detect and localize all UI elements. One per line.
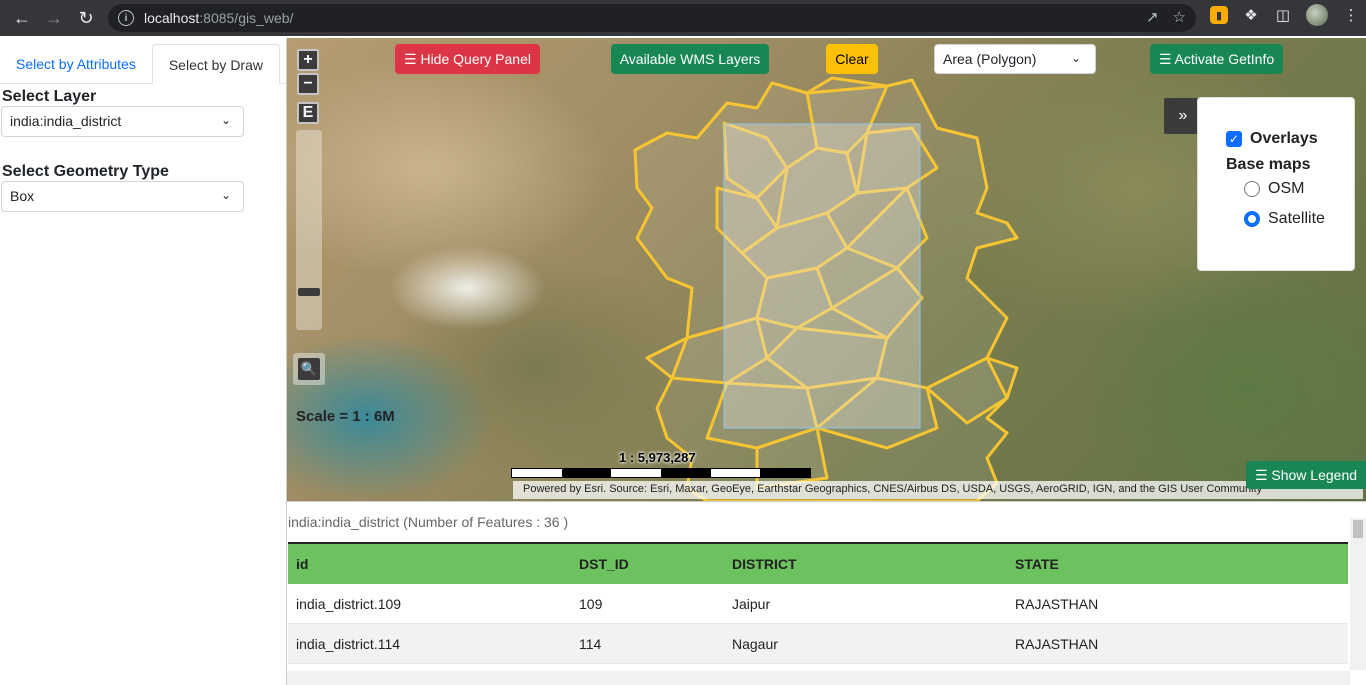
zoom-slider-thumb[interactable]: [298, 288, 320, 296]
share-icon[interactable]: ↗: [1146, 8, 1159, 26]
query-tabs: Select by Attributes Select by Draw: [0, 38, 286, 84]
side-panel-icon[interactable]: ◫: [1274, 6, 1292, 24]
table-cell: 109: [579, 595, 603, 612]
address-bar[interactable]: i localhost:8085/gis_web/ ↗ ☆: [108, 4, 1196, 32]
zoom-in-button[interactable]: +: [297, 49, 319, 71]
table-cell: india_district.114: [296, 635, 401, 652]
search-icon: 🔍: [298, 358, 320, 380]
overlays-checkbox[interactable]: ✓: [1226, 131, 1242, 147]
table-row[interactable]: india_district.109 109 Jaipur RAJASTHAN: [288, 584, 1348, 624]
layer-switcher-panel: ✓ Overlays Base maps OSM Satellite: [1197, 97, 1355, 271]
geometry-type-label: Select Geometry Type: [2, 163, 169, 180]
draw-type-value: Area (Polygon): [943, 51, 1037, 67]
table-cell: india_district.109: [296, 595, 402, 612]
back-icon[interactable]: ←: [6, 2, 38, 34]
horizontal-scrollbar[interactable]: [287, 671, 1350, 685]
select-layer-dropdown[interactable]: india:india_district ⌄: [1, 106, 244, 137]
table-header: id DST_ID DISTRICT STATE: [288, 544, 1348, 584]
reload-icon[interactable]: ↻: [70, 2, 102, 34]
geometry-type-value: Box: [10, 188, 35, 204]
forward-icon[interactable]: →: [38, 2, 70, 34]
results-table: id DST_ID DISTRICT STATE india_district.…: [288, 542, 1348, 664]
clear-button[interactable]: Clear: [826, 44, 878, 74]
browser-toolbar: ← → ↻ i localhost:8085/gis_web/ ↗ ☆ ▮ ❖ …: [0, 0, 1366, 36]
table-cell: RAJASTHAN: [1015, 595, 1099, 612]
tab-select-by-draw[interactable]: Select by Draw: [151, 44, 280, 84]
results-table-panel: india:india_district (Number of Features…: [287, 501, 1366, 685]
geometry-type-dropdown[interactable]: Box ⌄: [1, 181, 244, 212]
select-layer-value: india:india_district: [10, 113, 122, 129]
osm-radio[interactable]: [1244, 181, 1260, 197]
zoom-extent-button[interactable]: E: [297, 102, 319, 124]
basemap-satellite-row[interactable]: Satellite: [1226, 204, 1354, 234]
chevron-down-icon: ⌄: [220, 113, 231, 127]
url-path: :8085/gis_web/: [199, 10, 294, 26]
profile-avatar[interactable]: [1306, 4, 1328, 26]
extension-icon[interactable]: ▮: [1210, 6, 1228, 24]
zoom-slider[interactable]: [296, 130, 322, 330]
selection-box: [723, 123, 921, 429]
map-attribution: Powered by Esri. Source: Esri, Maxar, Ge…: [513, 481, 1363, 499]
table-cell: Nagaur: [732, 635, 778, 652]
basemaps-label: Base maps: [1226, 156, 1311, 173]
osm-label: OSM: [1268, 180, 1305, 197]
select-layer-label: Select Layer: [2, 88, 97, 105]
chevron-down-icon: ⌄: [220, 188, 231, 202]
puzzle-extensions-icon[interactable]: ❖: [1242, 6, 1260, 24]
column-header[interactable]: id: [288, 556, 571, 572]
satellite-radio[interactable]: [1244, 211, 1260, 227]
scale-text: Scale = 1 : 6M: [296, 408, 395, 425]
table-cell: RAJASTHAN: [1015, 635, 1099, 652]
query-panel: Select by Attributes Select by Draw Sele…: [0, 38, 287, 685]
bookmark-star-icon[interactable]: ☆: [1173, 8, 1186, 26]
results-caption: india:india_district (Number of Features…: [288, 514, 569, 530]
zoom-out-button[interactable]: −: [297, 73, 319, 95]
column-header[interactable]: DST_ID: [571, 556, 724, 572]
column-header[interactable]: DISTRICT: [724, 556, 1007, 572]
tab-select-by-attributes[interactable]: Select by Attributes: [0, 44, 152, 84]
show-legend-button[interactable]: ☰ Show Legend: [1246, 461, 1366, 489]
scale-bar: [511, 468, 811, 478]
table-cell: Jaipur: [732, 595, 771, 612]
activate-getinfo-button[interactable]: ☰ Activate GetInfo: [1150, 44, 1283, 74]
overlays-label: Overlays: [1250, 130, 1318, 147]
overlays-row[interactable]: ✓ Overlays: [1226, 124, 1354, 154]
map-canvas[interactable]: ☰ Hide Query Panel Available WMS Layers …: [287, 38, 1366, 501]
vertical-scrollbar[interactable]: [1350, 518, 1366, 670]
scrollbar-thumb[interactable]: [1353, 520, 1363, 538]
satellite-label: Satellite: [1268, 210, 1325, 227]
draw-type-dropdown[interactable]: Area (Polygon) ⌄: [934, 44, 1096, 74]
basemap-osm-row[interactable]: OSM: [1226, 174, 1354, 204]
column-header[interactable]: STATE: [1007, 556, 1348, 572]
menu-kebab-icon[interactable]: ⋮: [1342, 6, 1360, 24]
url-host: localhost: [144, 10, 200, 26]
chevron-down-icon: ⌄: [1070, 51, 1081, 65]
hide-query-panel-button[interactable]: ☰ Hide Query Panel: [395, 44, 540, 74]
site-info-icon[interactable]: i: [118, 10, 134, 26]
map-search-button[interactable]: 🔍: [293, 353, 325, 385]
available-wms-layers-button[interactable]: Available WMS Layers: [611, 44, 769, 74]
table-cell: 114: [579, 635, 602, 652]
scale-ratio: 1 : 5,973,287: [619, 450, 696, 465]
table-row[interactable]: india_district.114 114 Nagaur RAJASTHAN: [288, 624, 1348, 664]
